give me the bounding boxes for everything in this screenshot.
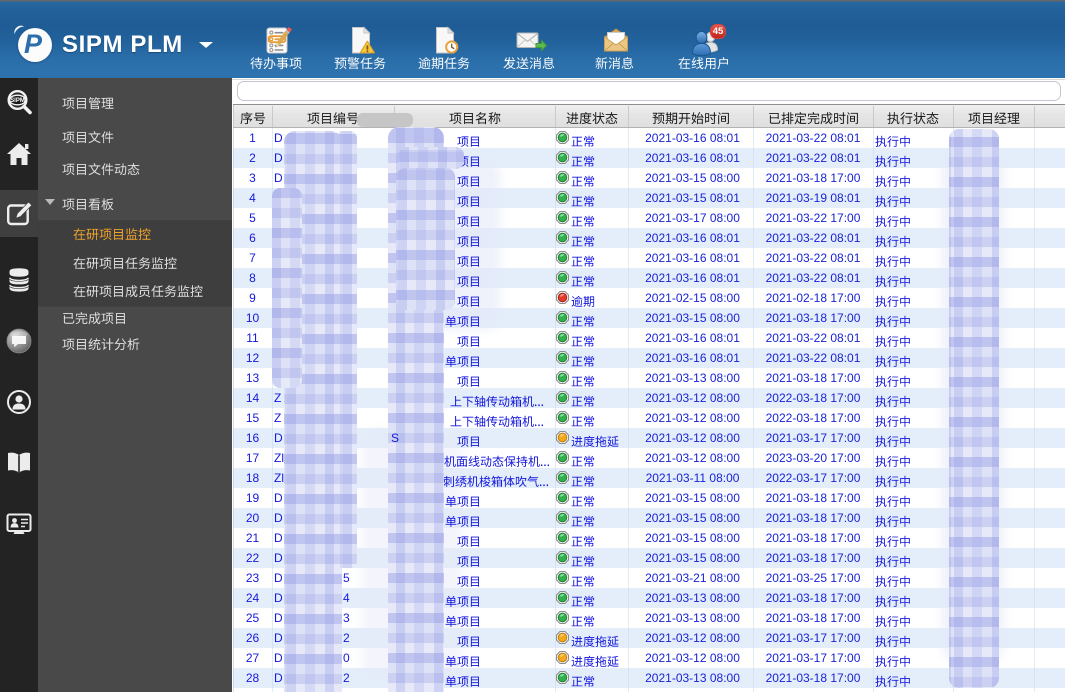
svg-text:SIPM: SIPM — [10, 98, 25, 104]
